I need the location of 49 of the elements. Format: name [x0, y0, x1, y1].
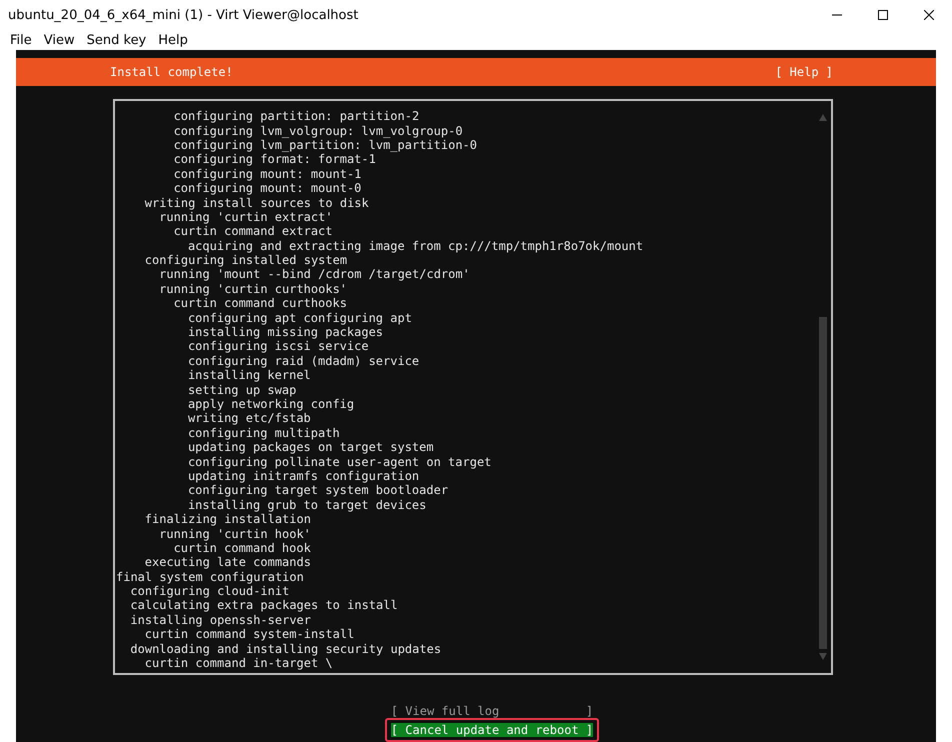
- log-line: running 'curtin curthooks': [159, 282, 348, 296]
- log-line: configuring raid (mdadm) service: [188, 354, 420, 368]
- log-line: apply networking config: [188, 397, 356, 412]
- log-line: configuring target system bootloader: [188, 483, 450, 498]
- log-line: installing grub to target devices: [188, 498, 428, 512]
- log-line: installing missing packages: [188, 325, 384, 340]
- log-line: configuring iscsi service: [188, 339, 370, 354]
- log-line: configuring format: format-1: [174, 152, 377, 167]
- log-line: installing kernel: [188, 368, 312, 383]
- log-line: configuring mount: mount-1: [174, 166, 362, 182]
- menu-item[interactable]: File: [4, 32, 38, 48]
- log-line: configuring lvm_volgroup: lvm_volgroup-0: [174, 124, 464, 138]
- log-line: setting up swap: [188, 382, 298, 397]
- log-line: downloading and installing security updates: [130, 642, 442, 656]
- menu-item[interactable]: Send key: [80, 32, 152, 48]
- header-title: Install complete!: [110, 65, 233, 80]
- window-title: ubuntu_20_04_6_x64_mini (1) - Virt Viewer@localhost: [8, 8, 360, 22]
- log-line: configuring multipath: [188, 426, 341, 440]
- log-line: configuring apt configuring apt: [188, 310, 413, 326]
- log-line: installing openssh-server: [130, 612, 312, 628]
- log-line: curtin command system-install: [144, 627, 356, 642]
- menu-item[interactable]: View: [38, 32, 81, 48]
- log-line: curtin command curthooks: [174, 296, 348, 311]
- log-line: running 'mount --bind /cdrom /target/cdrom': [159, 267, 471, 282]
- log-line: acquiring and extracting image from cp:///tmp/tmph1r8o7ok/mount: [188, 238, 644, 254]
- log-line: curtin command extract: [174, 224, 334, 239]
- action-button[interactable]: [ Cancel update and reboot ]: [390, 722, 594, 737]
- log-line: executing late commands: [144, 555, 312, 570]
- log-line: writing etc/fstab: [188, 411, 312, 426]
- maximize-icon: [878, 10, 888, 20]
- log-line: configuring cloud-init: [130, 584, 290, 598]
- log-line: configuring mount: mount-0: [174, 181, 362, 196]
- help-link[interactable]: [ Help ]: [775, 65, 833, 80]
- log-line: configuring pollinate user-agent on target: [188, 454, 492, 469]
- log-line: configuring partition: partition-2: [174, 109, 420, 124]
- log-line: finalizing installation: [144, 512, 312, 527]
- log-line: calculating extra packages to install: [130, 598, 399, 613]
- log-line: curtin command in-target \: [144, 656, 334, 670]
- log-line: updating packages on target system: [188, 440, 435, 455]
- log-line: running 'curtin hook': [159, 526, 312, 541]
- log-line: final system configuration: [116, 570, 305, 584]
- menu-item[interactable]: Help: [152, 32, 194, 48]
- log-line: configuring lvm_partition: lvm_partition-0: [174, 138, 478, 152]
- close-icon: [924, 10, 934, 20]
- log-line: updating initramfs configuration: [188, 468, 420, 484]
- log-line: writing install sources to disk: [144, 196, 370, 210]
- log-line: curtin command hook: [174, 540, 312, 556]
- log-line: configuring installed system: [144, 253, 348, 268]
- log-line: running 'curtin extract': [159, 210, 334, 224]
